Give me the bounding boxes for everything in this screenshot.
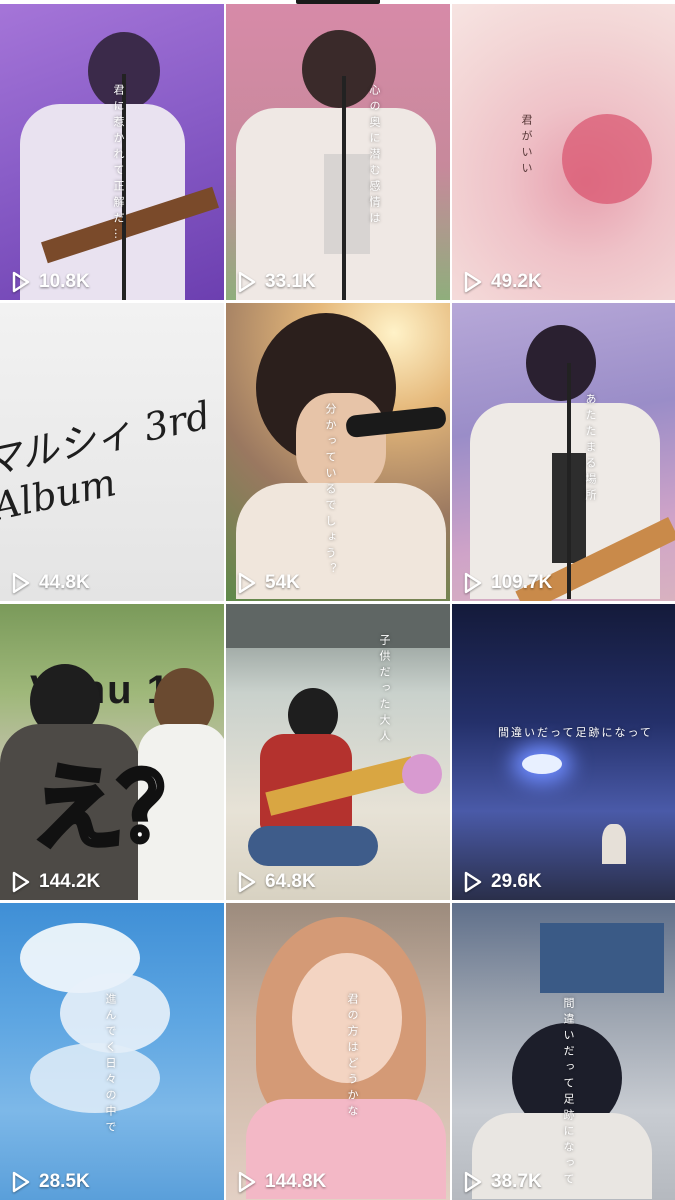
view-count: 109.7K	[463, 572, 552, 594]
video-caption: あたたまる場所	[584, 393, 597, 505]
view-count: 44.8K	[11, 572, 90, 594]
view-count-label: 144.2K	[39, 871, 101, 892]
play-outline-icon	[464, 271, 482, 293]
view-count-label: 44.8K	[39, 572, 90, 593]
view-count-label: 29.6K	[491, 871, 542, 892]
view-count-label: 49.2K	[491, 271, 542, 292]
play-outline-icon	[238, 271, 256, 293]
view-count: 144.8K	[237, 1171, 326, 1193]
video-tile-10[interactable]: 進んでく日々の中で 28.5K	[0, 903, 224, 1200]
video-tile-4[interactable]: マルシィ 3rd Album 44.8K	[0, 303, 224, 601]
play-outline-icon	[238, 1171, 256, 1193]
view-count-label: 33.1K	[265, 271, 316, 292]
view-count-label: 64.8K	[265, 871, 316, 892]
video-tile-1[interactable]: 君に惹かれて正解だ… 10.8K	[0, 4, 224, 300]
view-count: 28.5K	[11, 1171, 90, 1193]
view-count: 29.6K	[463, 871, 542, 893]
play-outline-icon	[12, 572, 30, 594]
video-tile-3[interactable]: 君がいい 49.2K	[452, 4, 675, 300]
video-caption: え？	[29, 756, 212, 863]
view-count-label: 28.5K	[39, 1171, 90, 1192]
video-caption: 間違いだって足跡になって	[498, 726, 653, 739]
play-outline-icon	[464, 871, 482, 893]
view-count: 49.2K	[463, 271, 542, 293]
video-tile-7[interactable]: Venu 1 え？ 144.2K	[0, 604, 224, 900]
play-outline-icon	[12, 871, 30, 893]
video-caption: 君に惹かれて正解だ…	[112, 84, 125, 244]
view-count: 64.8K	[237, 871, 316, 893]
video-caption: 子供だった大人	[378, 634, 391, 746]
play-outline-icon	[464, 1171, 482, 1193]
play-outline-icon	[464, 572, 482, 594]
video-tile-9[interactable]: 間違いだって足跡になって 29.6K	[452, 604, 675, 900]
play-outline-icon	[12, 1171, 30, 1193]
view-count-label: 10.8K	[39, 271, 90, 292]
video-caption: 分かっているでしょう？	[324, 403, 337, 579]
play-outline-icon	[238, 871, 256, 893]
play-outline-icon	[238, 572, 256, 594]
view-count-label: 54K	[265, 572, 300, 593]
video-tile-8[interactable]: 子供だった大人 64.8K	[226, 604, 450, 900]
play-outline-icon	[12, 271, 30, 293]
video-tile-11[interactable]: 君の方はどうかな 144.8K	[226, 903, 450, 1200]
video-caption: 君の方はどうかな	[346, 993, 359, 1121]
video-tile-6[interactable]: あたたまる場所 109.7K	[452, 303, 675, 601]
video-tile-2[interactable]: 心の奥に潜む感情は 33.1K	[226, 4, 450, 300]
video-tile-12[interactable]: 間違いだって足跡になって 38.7K	[452, 903, 675, 1200]
video-caption: 心の奥に潜む感情は	[368, 84, 381, 228]
video-caption: 君がいい	[520, 114, 533, 178]
video-caption: 進んでく日々の中で	[104, 993, 117, 1137]
view-count-label: 38.7K	[491, 1171, 542, 1192]
view-count: 38.7K	[463, 1171, 542, 1193]
view-count: 10.8K	[11, 271, 90, 293]
video-caption: 間違いだって足跡になって	[562, 997, 575, 1189]
view-count-label: 144.8K	[265, 1171, 327, 1192]
video-grid: 君に惹かれて正解だ… 10.8K 心の奥に潜む感情は 33.1K 君がいい 49…	[0, 4, 675, 1200]
video-tile-5[interactable]: 分かっているでしょう？ 54K	[226, 303, 450, 601]
view-count-label: 109.7K	[491, 572, 553, 593]
view-count: 54K	[237, 572, 300, 594]
view-count: 33.1K	[237, 271, 316, 293]
view-count: 144.2K	[11, 871, 100, 893]
